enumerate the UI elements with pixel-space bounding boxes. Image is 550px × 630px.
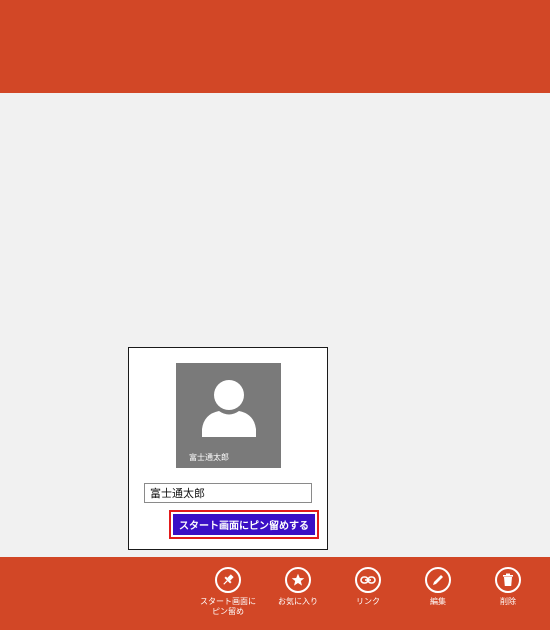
person-icon bbox=[202, 380, 256, 437]
tile-name-input[interactable] bbox=[144, 483, 312, 503]
pin-to-start-flyout: 富士通太郎 スタート画面にピン留めする bbox=[128, 347, 328, 550]
pin-to-start-label-line1: スタート画面に bbox=[200, 597, 256, 606]
edit-label: 編集 bbox=[430, 597, 446, 606]
delete-command[interactable]: 削除 bbox=[468, 567, 548, 607]
link-label: リンク bbox=[356, 597, 380, 606]
favorite-command[interactable]: お気に入り bbox=[258, 567, 338, 607]
app-bar: スタート画面に ピン留め お気に入り リンク 編集 削除 bbox=[0, 557, 550, 630]
highlight-frame: スタート画面にピン留めする bbox=[169, 510, 319, 539]
pin-to-start-label: スタート画面に ピン留め bbox=[188, 597, 268, 617]
pin-to-start-button[interactable]: スタート画面にピン留めする bbox=[173, 514, 315, 535]
favorite-label: お気に入り bbox=[278, 597, 318, 606]
link-command[interactable]: リンク bbox=[328, 567, 408, 607]
header-band bbox=[0, 0, 550, 93]
tile-name-label: 富士通太郎 bbox=[189, 453, 229, 462]
star-icon bbox=[285, 567, 311, 593]
trash-icon bbox=[495, 567, 521, 593]
pin-to-start-command[interactable]: スタート画面に ピン留め bbox=[188, 567, 268, 617]
link-icon bbox=[355, 567, 381, 593]
pin-icon bbox=[215, 567, 241, 593]
edit-command[interactable]: 編集 bbox=[398, 567, 478, 607]
tile-preview: 富士通太郎 bbox=[176, 363, 281, 468]
pin-to-start-label-line2: ピン留め bbox=[212, 607, 244, 616]
edit-icon bbox=[425, 567, 451, 593]
delete-label: 削除 bbox=[500, 597, 516, 606]
